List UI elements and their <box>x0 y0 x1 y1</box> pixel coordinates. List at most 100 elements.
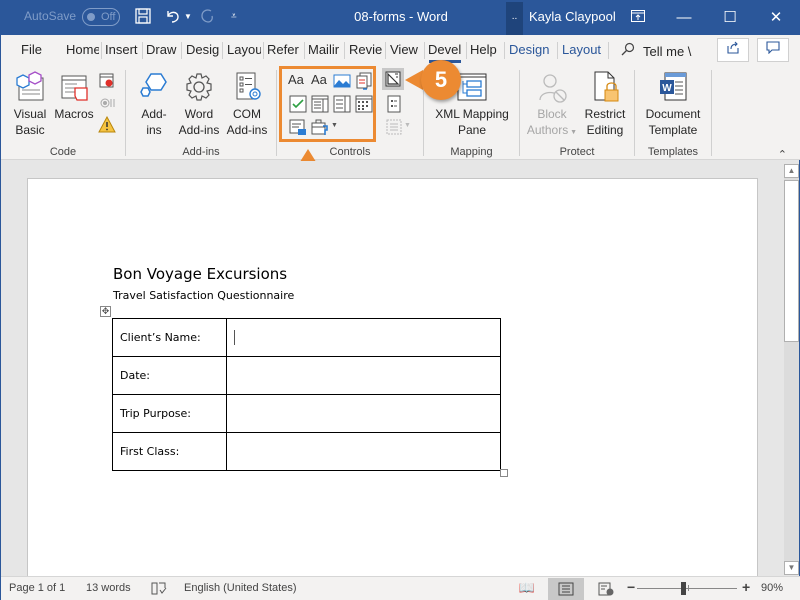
callout-step-5: 5 <box>421 60 461 100</box>
tab-design[interactable]: Desig <box>186 42 219 57</box>
scroll-up-icon[interactable]: ▲ <box>784 164 799 178</box>
properties-icon[interactable] <box>385 95 403 113</box>
proofing-icon[interactable] <box>151 582 167 598</box>
tab-table-layout[interactable]: Layout <box>562 42 601 57</box>
tab-separator <box>557 42 558 59</box>
restrict-editing-label-1: Restrict <box>584 107 626 121</box>
visual-basic-icon <box>16 71 44 101</box>
save-icon[interactable] <box>134 7 152 31</box>
com-add-ins-button[interactable]: COM Add-ins <box>223 70 271 138</box>
word-add-ins-label-2: Add-ins <box>178 123 220 137</box>
tell-me-search[interactable]: Tell me \ <box>621 42 691 59</box>
macros-label: Macros <box>54 107 94 121</box>
tab-view[interactable]: View <box>390 42 418 57</box>
gear-icon <box>186 73 212 101</box>
language[interactable]: English (United States) <box>184 582 297 594</box>
tab-home[interactable]: Home <box>66 42 99 57</box>
share-button[interactable] <box>717 38 749 62</box>
restrict-editing-label-2: Editing <box>586 123 624 137</box>
undo-dropdown-icon[interactable]: ▼ <box>184 7 192 27</box>
table-move-handle-icon[interactable]: ✥ <box>100 306 111 317</box>
table-cell-label[interactable]: Client’s Name: <box>112 318 227 357</box>
tab-draw[interactable]: Draw <box>146 42 179 57</box>
first-class-field[interactable] <box>226 432 501 471</box>
table-resize-handle[interactable] <box>500 469 508 477</box>
tab-table-design[interactable]: Design <box>509 42 549 57</box>
autosave-label: AutoSave <box>24 9 77 23</box>
minimize-icon[interactable]: — <box>661 0 707 35</box>
block-authors-icon <box>539 74 567 103</box>
record-macro-icon[interactable] <box>98 72 116 90</box>
user-name[interactable]: Kayla Claypool <box>529 9 616 24</box>
group-separator <box>125 70 126 156</box>
group-label-templates: Templates <box>647 146 699 158</box>
undo-icon[interactable] <box>164 7 182 31</box>
tab-separator <box>344 42 345 59</box>
document-area: Bon Voyage Excursions Travel Satisfactio… <box>1 161 781 578</box>
vertical-scrollbar[interactable]: ▲ ▼ <box>784 164 799 575</box>
collapse-ribbon-icon[interactable]: ⌃ <box>778 148 787 161</box>
table-cell-label[interactable]: Date: <box>112 356 227 395</box>
scrollbar-thumb[interactable] <box>784 180 799 342</box>
tab-references[interactable]: Refer <box>267 42 302 57</box>
tab-separator <box>385 42 386 59</box>
share-icon <box>727 41 739 54</box>
zoom-slider-track[interactable] <box>637 588 737 589</box>
ribbon-display-options-icon[interactable] <box>615 0 661 35</box>
tab-separator <box>466 42 467 59</box>
zoom-slider-center-tick <box>688 585 689 591</box>
customize-qat-icon[interactable]: ⩡ <box>231 7 237 27</box>
tab-separator <box>504 42 505 59</box>
scroll-down-icon[interactable]: ▼ <box>784 561 799 575</box>
trip-purpose-field[interactable] <box>226 394 501 433</box>
maximize-icon[interactable]: ☐ <box>707 0 753 35</box>
zoom-level[interactable]: 90% <box>761 582 783 594</box>
tab-file[interactable]: File <box>21 42 42 57</box>
client-name-field[interactable] <box>226 318 501 357</box>
page-count[interactable]: Page 1 of 1 <box>9 582 65 594</box>
block-authors-button: Block Authors ▼ <box>525 70 579 141</box>
comments-button[interactable] <box>757 38 789 62</box>
table-cell-label[interactable]: Trip Purpose: <box>112 394 227 433</box>
account-indicator[interactable]: .. <box>506 2 523 35</box>
tab-help[interactable]: Help <box>470 42 497 57</box>
print-layout-icon[interactable] <box>548 578 584 600</box>
group-separator <box>519 70 520 156</box>
word-count[interactable]: 13 words <box>86 582 131 594</box>
zoom-slider-thumb[interactable] <box>681 582 686 595</box>
block-authors-label-2: Authors <box>526 123 569 137</box>
restrict-editing-button[interactable]: Restrict Editing <box>580 70 630 138</box>
document-page[interactable]: Bon Voyage Excursions Travel Satisfactio… <box>27 178 758 578</box>
tab-layout[interactable]: Layou <box>227 42 261 57</box>
controls-highlight-box <box>279 66 376 142</box>
close-icon[interactable]: ✕ <box>753 0 799 35</box>
design-mode-button[interactable] <box>382 68 404 90</box>
table-cell-label[interactable]: First Class: <box>112 432 227 471</box>
comment-icon <box>766 41 780 55</box>
add-ins-label-2: ins <box>146 123 162 137</box>
document-template-button[interactable]: W Document Template <box>639 70 707 138</box>
date-field[interactable] <box>226 356 501 395</box>
tab-review[interactable]: Revie <box>349 42 383 57</box>
title-bar: AutoSave Off ▼ ⩡ 08-forms - Word .. Kayl… <box>1 0 800 35</box>
group-label-mapping: Mapping <box>450 146 493 158</box>
macro-security-icon[interactable] <box>98 116 116 134</box>
document-template-label-2: Template <box>648 123 698 137</box>
zoom-out-button[interactable]: − <box>627 579 635 595</box>
add-ins-icon <box>140 73 167 97</box>
ribbon: Visual Basic Macros Code Add- ins Word A… <box>1 64 800 161</box>
word-add-ins-button[interactable]: Word Add-ins <box>175 70 223 138</box>
tab-insert[interactable]: Insert <box>105 42 140 57</box>
web-layout-icon[interactable] <box>588 578 624 600</box>
visual-basic-button[interactable]: Visual Basic <box>7 70 53 138</box>
tab-separator <box>181 42 182 59</box>
read-mode-icon[interactable]: 📖 <box>509 578 545 600</box>
macros-button[interactable]: Macros <box>53 70 95 122</box>
autosave-toggle[interactable]: Off <box>82 8 120 26</box>
add-ins-button[interactable]: Add- ins <box>135 70 173 138</box>
visual-basic-label-1: Visual <box>13 107 47 121</box>
tab-mailings[interactable]: Mailir <box>308 42 342 57</box>
zoom-in-button[interactable]: + <box>742 579 750 595</box>
group-separator <box>634 70 635 156</box>
tab-developer[interactable]: Devel <box>428 42 464 57</box>
